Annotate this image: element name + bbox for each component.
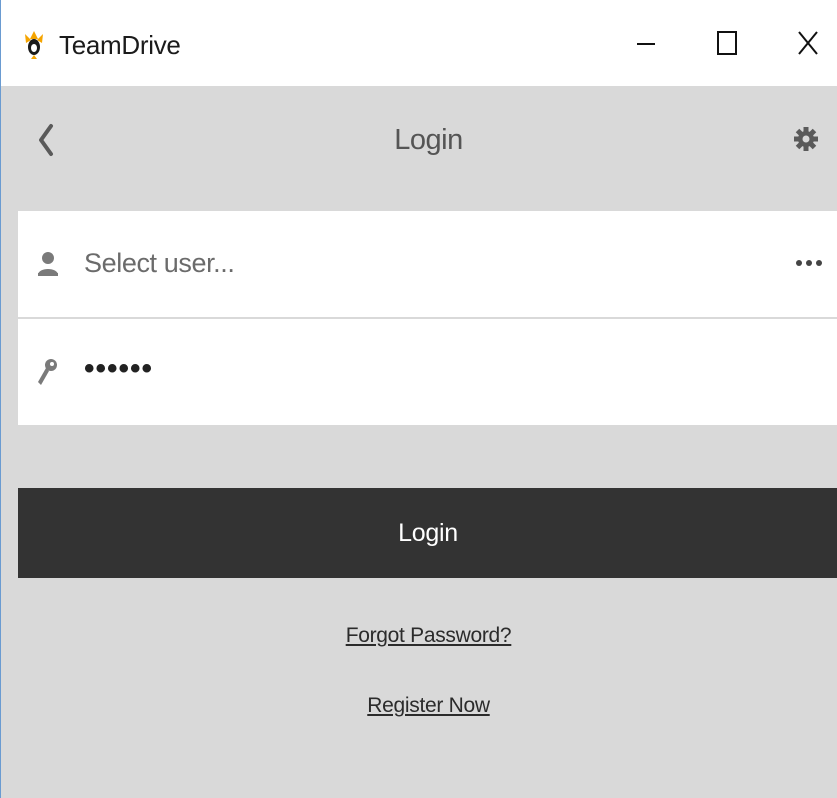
- page-header: Login: [1, 86, 837, 196]
- register-now-link[interactable]: Register Now: [367, 694, 490, 717]
- key-icon: [38, 359, 57, 385]
- page-title: Login: [394, 124, 463, 156]
- teamdrive-logo-icon: [25, 31, 43, 59]
- more-options-button[interactable]: [792, 251, 826, 275]
- title-bar: TeamDrive: [1, 0, 837, 86]
- gear-icon: [794, 127, 818, 151]
- user-select-placeholder: Select user...: [84, 248, 235, 278]
- minimize-icon: [637, 43, 655, 45]
- close-icon: [798, 31, 818, 55]
- password-field[interactable]: ••••••: [18, 319, 837, 425]
- user-select-field[interactable]: Select user...: [18, 211, 837, 317]
- password-value: ••••••: [84, 352, 154, 385]
- forgot-password-link[interactable]: Forgot Password?: [346, 624, 512, 647]
- login-button-label: Login: [398, 518, 458, 547]
- app-window: TeamDrive Login Select user... •••••• Lo…: [0, 0, 837, 798]
- ellipsis-icon: [796, 260, 822, 266]
- maximize-icon: [717, 31, 737, 55]
- minimize-button[interactable]: [606, 0, 686, 86]
- close-button[interactable]: [768, 0, 837, 86]
- window-title: TeamDrive: [59, 30, 181, 60]
- maximize-button[interactable]: [687, 0, 767, 86]
- settings-button[interactable]: [791, 124, 821, 154]
- user-icon: [38, 252, 58, 276]
- login-button[interactable]: Login: [18, 488, 837, 578]
- forgot-password-link-row: Forgot Password?: [1, 624, 837, 648]
- register-link-row: Register Now: [1, 694, 837, 718]
